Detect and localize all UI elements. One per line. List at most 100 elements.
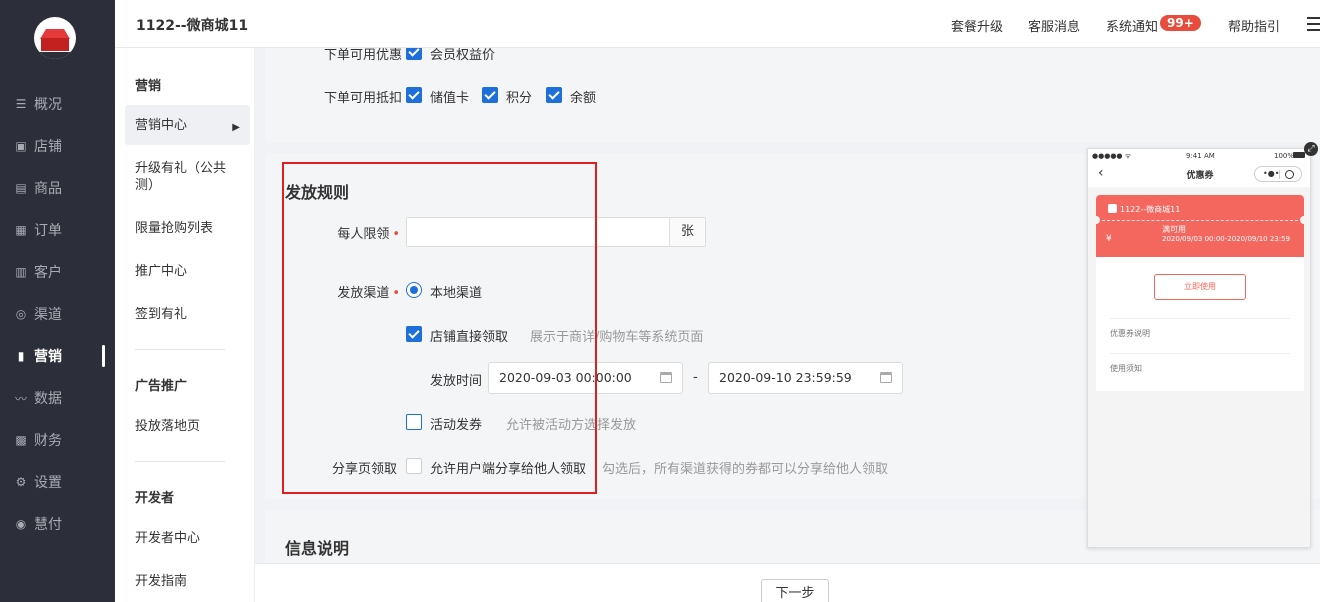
nav-item-overview[interactable]: ☰ 概况: [0, 92, 115, 116]
caret-right-icon: ▶: [232, 122, 240, 133]
status-time: 9:41 AM: [1186, 152, 1215, 160]
nav-item-customers[interactable]: ▥ 客户: [0, 260, 115, 284]
subnav-item-developer-center[interactable]: 开发者中心: [135, 530, 245, 547]
subnav-group-ads: 广告推广: [135, 379, 188, 394]
stored-card-checkbox[interactable]: [406, 87, 422, 103]
subnav-item-marketing-center[interactable]: 营销中心 ▶: [125, 105, 250, 145]
subnav-group-developer: 开发者: [135, 491, 175, 506]
menu-icon[interactable]: [1307, 17, 1320, 35]
nav-label: 商品: [34, 181, 62, 197]
balance-checkbox[interactable]: [546, 87, 562, 103]
store-icon: ▣: [15, 139, 27, 153]
nav-label: 财务: [34, 433, 62, 449]
subnav-item-upgrade-gift[interactable]: 升级有礼（公共测）: [135, 160, 245, 194]
nav-label: 数据: [34, 391, 62, 407]
divider: [135, 461, 225, 462]
highlight-frame: [282, 162, 597, 494]
close-target-icon: [1285, 170, 1294, 179]
nav-label: 店铺: [34, 139, 62, 155]
marketing-icon: ▮: [17, 349, 25, 363]
nav-item-finance[interactable]: ▩ 财务: [0, 428, 115, 452]
info-section-title: 信息说明: [285, 539, 350, 558]
subnav-item-flash-sale[interactable]: 限量抢购列表: [135, 220, 245, 237]
calendar-icon: [660, 372, 672, 383]
battery-icon: [1293, 152, 1305, 158]
overview-icon: ☰: [15, 97, 27, 111]
coupon-shop-name: 1122--微商城11: [1120, 205, 1181, 214]
nav-label: 订单: [34, 223, 62, 239]
footer-bar: 下一步: [255, 563, 1320, 602]
subnav-group-marketing: 营销: [135, 79, 162, 94]
battery-text: 100%: [1274, 152, 1295, 160]
phone-nav-bar: ‹ 优惠券 •●•: [1088, 163, 1310, 185]
mini-program-capsule[interactable]: •●•: [1254, 166, 1302, 182]
stored-card-label: 储值卡: [430, 91, 470, 106]
coupon-date-range: 2020/09/03 00:00-2020/09/10 23:59: [1162, 235, 1291, 243]
subnav-label: 营销中心: [135, 118, 188, 133]
service-messages-link[interactable]: 客服消息: [1028, 16, 1080, 35]
share-hint: 勾选后，所有渠道获得的券都可以分享给他人领取: [602, 462, 889, 477]
end-date-picker[interactable]: 2020-09-10 23:59:59: [708, 362, 903, 394]
deduct-label: 下单可用抵扣: [324, 91, 403, 106]
nav-label: 设置: [34, 475, 62, 491]
shop-icon: [1108, 204, 1117, 213]
nav-item-data[interactable]: 〰数据: [0, 386, 115, 410]
nav-label: 概况: [34, 97, 62, 113]
nav-item-channels[interactable]: ◎ 渠道: [0, 302, 115, 326]
nav-item-settings[interactable]: ⚙ 设置: [0, 470, 115, 494]
gear-icon: ⚙: [15, 475, 27, 489]
nav-item-marketing[interactable]: ▮ 营销: [0, 344, 115, 368]
phone-body: 1122--微商城11 ¥ 满可用 2020/09/03 00:00-2020/…: [1088, 187, 1310, 547]
phone-preview: ●●●●● ᯤ 9:41 AM 100% ‹ 优惠券 •●• 1122--微商城…: [1087, 148, 1311, 548]
notification-badge: 99+: [1160, 15, 1201, 31]
divider: [135, 349, 225, 350]
customers-icon: ▥: [15, 265, 27, 279]
coupon-description-row[interactable]: 优惠券说明: [1110, 328, 1290, 339]
expand-icon[interactable]: ⤢: [1304, 142, 1318, 156]
subnav-item-checkin[interactable]: 签到有礼: [135, 306, 245, 323]
data-icon: 〰: [14, 391, 27, 406]
nav-label: 渠道: [34, 307, 62, 323]
points-checkbox[interactable]: [482, 87, 498, 103]
nav-item-store[interactable]: ▣ 店铺: [0, 134, 115, 158]
help-guide-link[interactable]: 帮助指引: [1228, 16, 1280, 35]
subnav-item-developer-guide[interactable]: 开发指南: [135, 573, 245, 590]
shop-title: 1122--微商城11: [136, 18, 249, 34]
subnav-item-promotion[interactable]: 推广中心: [135, 263, 245, 280]
use-now-button[interactable]: 立即使用: [1154, 274, 1246, 300]
signal-icon: ●●●●● ᯤ: [1092, 152, 1132, 160]
pay-icon: ◉: [15, 517, 27, 531]
coupon-condition: 满可用: [1162, 225, 1186, 234]
discount-panel: [265, 48, 1320, 143]
plan-upgrade-link[interactable]: 套餐升级: [951, 16, 1003, 35]
nav-label: 客户: [34, 265, 62, 281]
calendar-icon: [880, 372, 892, 383]
subnav-item-landing-page[interactable]: 投放落地页: [135, 418, 245, 435]
usage-notice-row[interactable]: 使用须知: [1110, 363, 1290, 374]
nav-item-goods[interactable]: ▤ 商品: [0, 176, 115, 200]
limit-unit: 张: [669, 218, 705, 246]
next-step-button[interactable]: 下一步: [761, 579, 829, 602]
coupon-card: 1122--微商城11 ¥ 满可用 2020/09/03 00:00-2020/…: [1092, 195, 1308, 257]
store-logo[interactable]: [34, 17, 76, 59]
phone-status-bar: ●●●●● ᯤ 9:41 AM 100%: [1088, 149, 1310, 163]
points-label: 积分: [506, 91, 533, 106]
system-notifications-link[interactable]: 系统通知: [1106, 16, 1158, 35]
secondary-nav: 营销 营销中心 ▶ 升级有礼（公共测） 限量抢购列表 推广中心 签到有礼 广告推广…: [115, 48, 255, 602]
nav-item-pay[interactable]: ◉ 慧付: [0, 512, 115, 536]
end-date-value: 2020-09-10 23:59:59: [719, 370, 852, 385]
goods-icon: ▤: [15, 181, 27, 195]
more-icon: •●•: [1263, 169, 1280, 178]
nav-item-orders[interactable]: ▦ 订单: [0, 218, 115, 242]
orders-icon: ▦: [15, 223, 27, 237]
coupon-currency: ¥: [1106, 234, 1112, 244]
coupon-detail: 立即使用 优惠券说明 使用须知: [1096, 257, 1304, 391]
primary-nav: ☰ 概况 ▣ 店铺 ▤ 商品 ▦ 订单 ▥ 客户 ◎ 渠道 ▮ 营销 〰数据 ▩ 财务 ⚙ 设置 …: [0, 0, 115, 602]
balance-label: 余额: [570, 91, 597, 106]
channels-icon: ◎: [15, 307, 27, 321]
active-indicator: [102, 345, 105, 367]
top-header: 1122--微商城11 套餐升级 客服消息 系统通知 99+ 帮助指引: [115, 0, 1320, 48]
finance-icon: ▩: [15, 433, 27, 447]
date-separator: -: [693, 370, 698, 385]
nav-label: 营销: [34, 349, 62, 365]
